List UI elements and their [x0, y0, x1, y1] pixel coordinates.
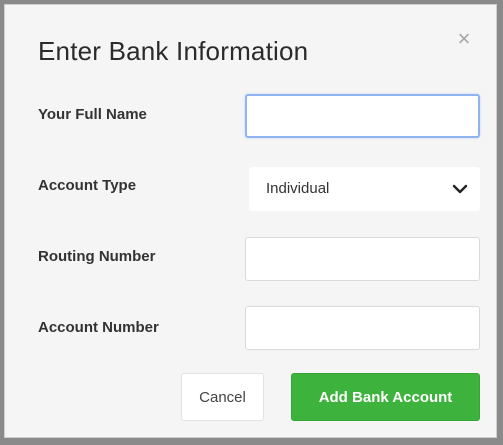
routing-number-label: Routing Number — [38, 248, 156, 265]
account-type-select[interactable]: Individual — [249, 167, 480, 211]
full-name-input[interactable] — [245, 94, 480, 138]
routing-number-input[interactable] — [245, 237, 480, 281]
account-type-value: Individual — [266, 180, 330, 197]
cancel-button[interactable]: Cancel — [181, 373, 264, 421]
close-icon[interactable]: × — [454, 28, 474, 50]
account-number-input[interactable] — [245, 306, 480, 350]
full-name-label: Your Full Name — [38, 106, 147, 123]
dialog-title: Enter Bank Information — [38, 36, 309, 66]
bank-info-dialog: Enter Bank Information × Your Full Name … — [4, 4, 497, 438]
chevron-down-icon — [452, 184, 468, 194]
account-number-label: Account Number — [38, 319, 159, 336]
account-type-label: Account Type — [38, 177, 137, 194]
add-bank-account-button[interactable]: Add Bank Account — [291, 373, 480, 421]
